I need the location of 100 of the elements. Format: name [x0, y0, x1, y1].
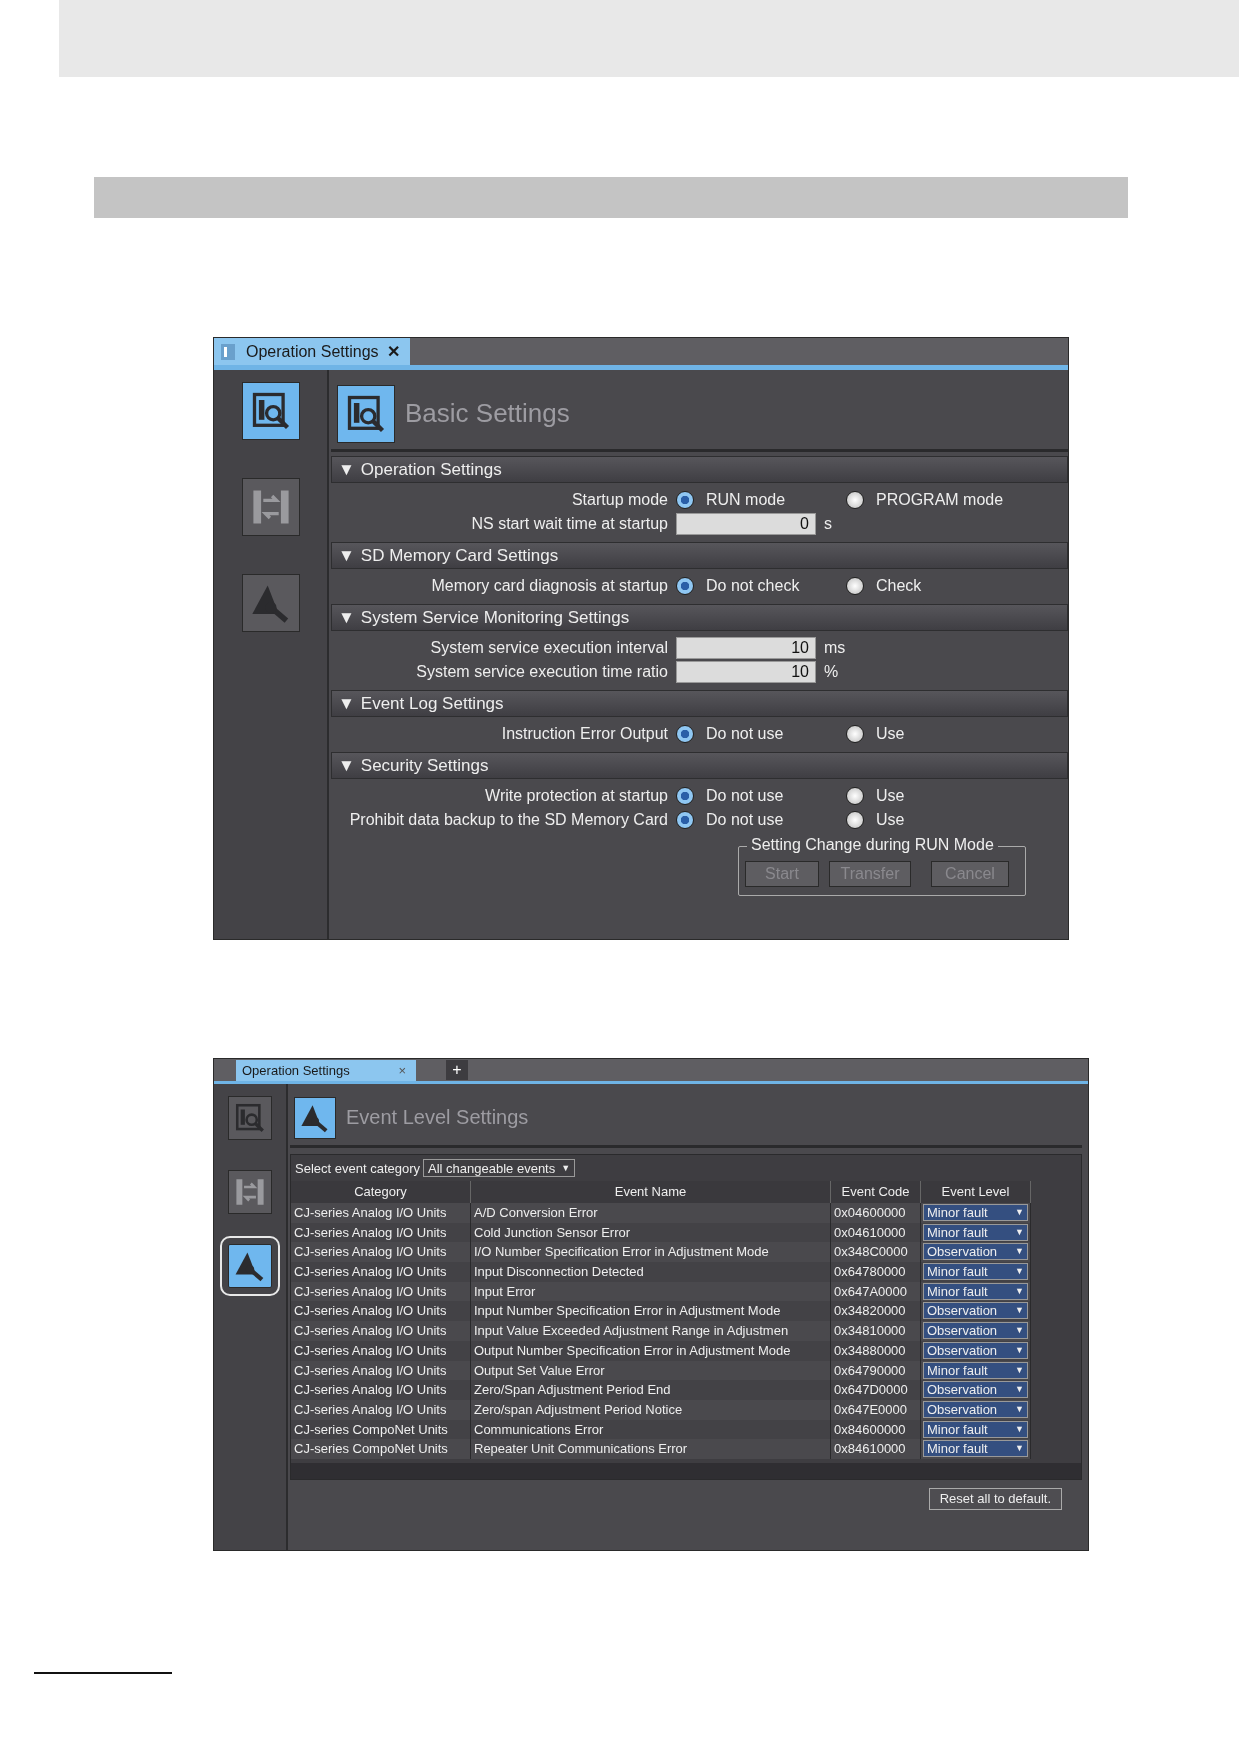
table-cell: 0x647D0000	[831, 1380, 921, 1400]
settings-window-icon	[233, 1101, 267, 1135]
section-title: Operation Settings	[360, 459, 502, 480]
section-header[interactable]: ▼ Operation Settings	[331, 456, 1068, 483]
expand-marker: ▼	[338, 693, 355, 714]
radio-option[interactable]: Check	[846, 576, 1068, 595]
field-label: Startup mode	[570, 490, 669, 509]
table-cell: Input Value Exceeded Adjustment Range in Adjustmen	[471, 1321, 831, 1341]
level-dropdown[interactable]: Observation ▼	[923, 1381, 1028, 1399]
table-cell: Input Number Specification Error in Adjustment Mode	[471, 1301, 831, 1322]
level-dropdown[interactable]: Observation ▼	[923, 1400, 1028, 1418]
radio-option[interactable]: Use	[846, 724, 1068, 743]
level-dropdown[interactable]: Observation ▼	[923, 1243, 1028, 1261]
table-cell: CJ-series Analog I/O Units	[291, 1262, 471, 1282]
caret-icon: ▼	[1015, 1264, 1024, 1280]
column-header[interactable]: Event Name	[471, 1181, 831, 1203]
radio-icon[interactable]	[846, 576, 864, 595]
caret-icon: ▼	[1015, 1205, 1024, 1220]
section-header[interactable]: ▼ SD Memory Card Settings	[331, 542, 1068, 569]
table-cell: CJ-series Analog I/O Units	[291, 1360, 471, 1381]
table-cell: Zero/span Adjustment Period Notice	[471, 1399, 831, 1420]
radio-icon[interactable]	[676, 786, 694, 805]
sidebar-button[interactable]	[241, 478, 300, 536]
group-title: Setting Change during RUN Mode	[747, 836, 998, 854]
caret-icon: ▼	[1015, 1283, 1024, 1299]
table-cell: CJ-series Analog I/O Units	[291, 1380, 471, 1400]
add-tab-button[interactable]: +	[446, 1060, 468, 1080]
table-cell: 0x348C0000	[831, 1242, 921, 1263]
level-dropdown[interactable]: Minor fault ▼	[923, 1282, 1028, 1300]
table-cell: 0x34880000	[831, 1340, 921, 1361]
table-cell: CJ-series Analog I/O Units	[291, 1222, 471, 1243]
document-tab[interactable]: Operation Settings ✕	[214, 338, 410, 365]
radio-icon[interactable]	[846, 724, 864, 743]
radio-option[interactable]: Do not use	[676, 724, 846, 743]
reset-button[interactable]: Reset all to default.	[928, 1487, 1062, 1510]
radio-option[interactable]: Do not check	[676, 576, 846, 595]
section-header[interactable]: ▼ Event Log Settings	[331, 690, 1068, 717]
table-cell: CJ-series Analog I/O Units	[291, 1321, 471, 1341]
radio-option[interactable]: Use	[846, 786, 1068, 805]
level-dropdown[interactable]: Minor fault ▼	[923, 1223, 1028, 1241]
radio-icon[interactable]	[676, 576, 694, 595]
level-dropdown[interactable]: Observation ▼	[923, 1302, 1028, 1320]
column-header[interactable]: Event Level	[921, 1181, 1031, 1203]
caret-icon: ▼	[561, 1163, 571, 1173]
caret-icon: ▼	[1015, 1382, 1024, 1398]
table-cell: CJ-series Analog I/O Units	[291, 1301, 471, 1322]
category-dropdown[interactable]: All changeable events ▼	[423, 1159, 576, 1177]
caret-icon: ▼	[1015, 1401, 1024, 1417]
tab-title: Operation Settings	[242, 1063, 350, 1078]
close-icon[interactable]: ×	[398, 1063, 406, 1078]
radio-icon[interactable]	[846, 490, 864, 509]
expand-marker: ▼	[338, 545, 355, 566]
number-field[interactable]: 10	[676, 661, 816, 683]
radio-option[interactable]: RUN mode	[676, 490, 846, 509]
expand-marker: ▼	[338, 607, 355, 628]
page-heading: Event Level Settings	[346, 1106, 529, 1129]
table-cell: 0x647E0000	[831, 1399, 921, 1420]
caret-icon: ▼	[1015, 1362, 1024, 1378]
radio-option[interactable]: Do not use	[676, 786, 846, 805]
table-cell: Output Number Specification Error in Adjustment Mode	[471, 1340, 831, 1361]
column-header[interactable]: Category	[291, 1181, 471, 1203]
caret-icon: ▼	[1015, 1323, 1024, 1339]
section-header[interactable]: ▼ System Service Monitoring Settings	[331, 604, 1068, 631]
table-cell: 0x64790000	[831, 1360, 921, 1381]
radio-option[interactable]: PROGRAM mode	[846, 490, 1068, 509]
radio-option[interactable]: Use	[846, 810, 1068, 829]
caret-icon: ▼	[1015, 1224, 1024, 1240]
field-label: System service execution interval	[429, 639, 669, 657]
level-dropdown[interactable]: Observation ▼	[923, 1322, 1028, 1340]
sidebar-button[interactable]	[228, 1170, 272, 1214]
level-dropdown[interactable]: Minor fault ▼	[923, 1263, 1028, 1281]
sidebar-button[interactable]	[241, 382, 300, 440]
level-dropdown[interactable]: Minor fault ▼	[923, 1420, 1028, 1438]
level-dropdown[interactable]: Minor fault ▼	[923, 1204, 1028, 1221]
filter-label: Select event category	[295, 1160, 421, 1176]
radio-option[interactable]: Do not use	[676, 810, 846, 829]
field-label: System service execution time ratio	[415, 663, 669, 681]
number-field[interactable]: 10	[676, 637, 816, 659]
radio-icon[interactable]	[676, 810, 694, 829]
close-icon[interactable]: ✕	[386, 342, 400, 361]
table-cell: 0x84610000	[831, 1439, 921, 1459]
radio-icon[interactable]	[676, 490, 694, 509]
level-dropdown[interactable]: Minor fault ▼	[923, 1440, 1028, 1458]
radio-icon[interactable]	[676, 724, 694, 743]
field-label: Memory card diagnosis at startup	[430, 576, 669, 595]
column-header[interactable]: Event Code	[831, 1181, 921, 1203]
table-cell: Output Set Value Error	[471, 1360, 831, 1381]
tab-title: Operation Settings	[246, 342, 379, 361]
table-cell: Cold Junction Sensor Error	[471, 1222, 831, 1243]
document-tab[interactable]: Operation Settings ×	[236, 1060, 416, 1081]
page-heading: Basic Settings	[405, 398, 570, 429]
number-field[interactable]: 0	[676, 513, 816, 535]
horizontal-scrollbar[interactable]	[291, 1462, 1081, 1479]
section-header[interactable]: ▼ Security Settings	[331, 752, 1068, 779]
radio-icon[interactable]	[846, 810, 864, 829]
level-dropdown[interactable]: Observation ▼	[923, 1341, 1028, 1359]
radio-icon[interactable]	[846, 786, 864, 805]
table-cell: CJ-series Analog I/O Units	[291, 1281, 471, 1302]
table-cell: A/D Conversion Error	[471, 1203, 831, 1223]
level-dropdown[interactable]: Minor fault ▼	[923, 1361, 1028, 1379]
